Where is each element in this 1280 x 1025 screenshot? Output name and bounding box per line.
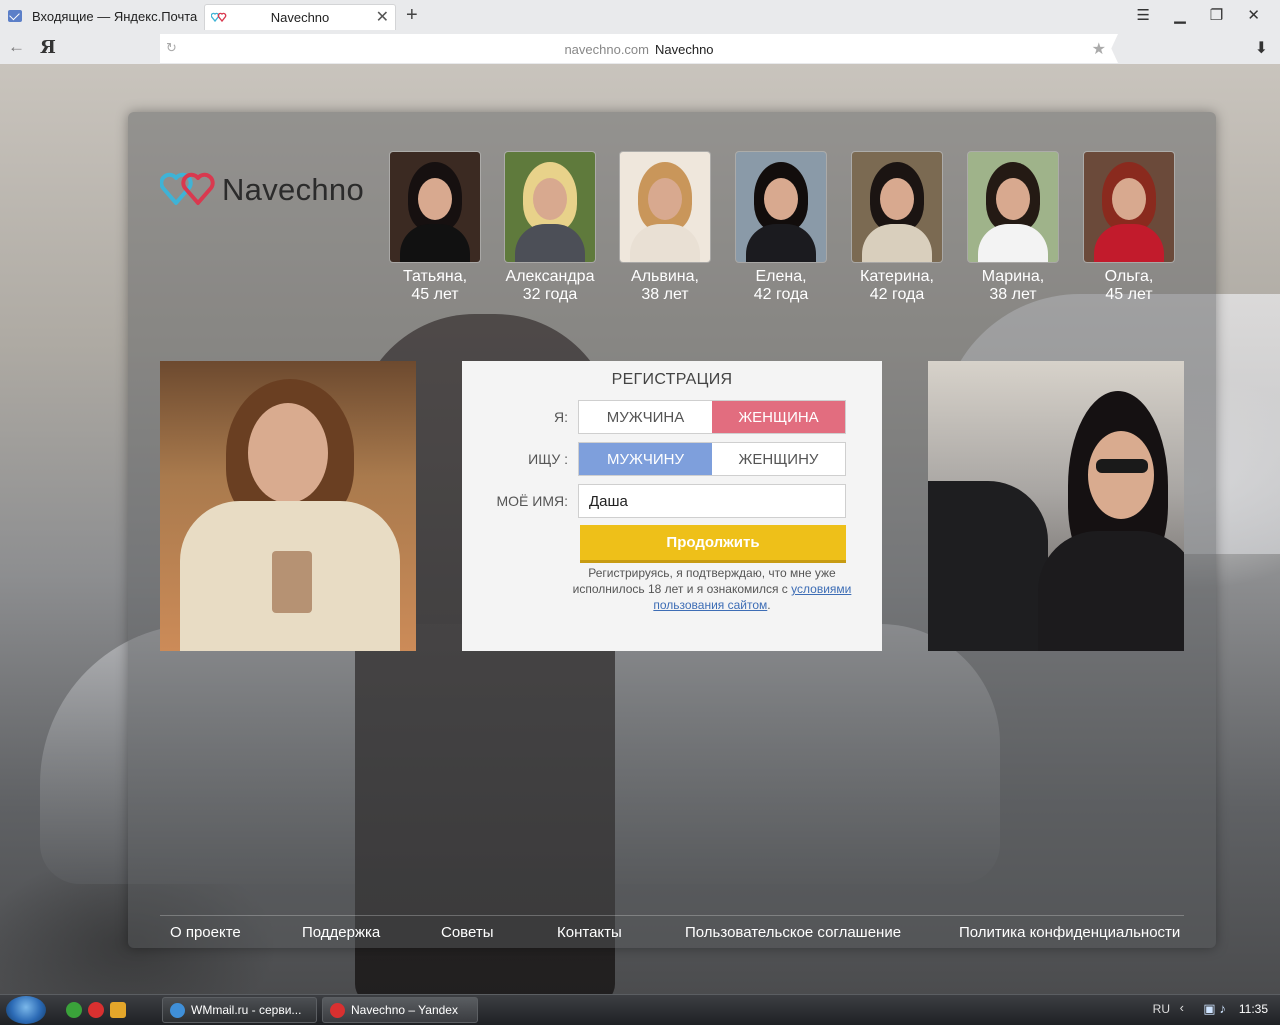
profile-name: Катерина,: [860, 268, 934, 285]
name-label: МОЁ ИМЯ:: [496, 493, 568, 509]
taskbar-window-title: Navechno – Yandex: [351, 1003, 458, 1017]
profile-card[interactable]: Елена, 42 года: [731, 152, 831, 304]
footer-link-privacy[interactable]: Политика конфиденциальности: [959, 924, 1180, 941]
profile-photo: [1084, 152, 1174, 262]
close-tab-icon[interactable]: ✕: [376, 7, 389, 27]
mail-icon: [8, 10, 22, 22]
logo-text: Navechno: [222, 172, 364, 207]
i-am-selector: МУЖЧИНА ЖЕНЩИНА: [578, 400, 846, 434]
registration-form: РЕГИСТРАЦИЯ Я: МУЖЧИНА ЖЕНЩИНА ИЩУ : МУЖ…: [462, 361, 882, 651]
yandex-logo[interactable]: Я: [40, 37, 56, 58]
start-button-icon[interactable]: [6, 996, 46, 1024]
windows-taskbar: WMmail.ru - серви... Navechno – Yandex R…: [0, 994, 1280, 1025]
option-male[interactable]: МУЖЧИНА: [579, 401, 712, 433]
yandex-browser-icon[interactable]: [88, 1002, 104, 1018]
tab-title: Navechno: [270, 10, 330, 25]
taskbar-window-wmmail[interactable]: WMmail.ru - серви...: [162, 997, 317, 1023]
window-controls[interactable]: ☰ ▁ ❐ ✕: [1136, 6, 1270, 24]
profile-age: 45 лет: [1105, 286, 1153, 303]
url-field[interactable]: ↻ navechno.com Navechno ★: [160, 34, 1118, 63]
media-player-icon[interactable]: [110, 1002, 126, 1018]
profile-card[interactable]: Альвина, 38 лет: [615, 152, 715, 304]
footer-link-about[interactable]: О проекте: [170, 924, 241, 941]
icq-icon[interactable]: [66, 1002, 82, 1018]
ie-icon: [170, 1003, 185, 1018]
profile-name: Александра: [505, 268, 595, 285]
profile-name: Татьяна,: [402, 268, 468, 285]
profile-card[interactable]: Катерина, 42 года: [847, 152, 947, 304]
new-tab-plus-icon[interactable]: +: [406, 4, 418, 27]
featured-photo-left: [160, 361, 416, 651]
profile-card[interactable]: Марина, 38 лет: [963, 152, 1063, 304]
taskbar-window-navechno[interactable]: Navechno – Yandex: [322, 997, 478, 1023]
profile-photo: [505, 152, 595, 262]
browser-tab-bar: Входящие — Яндекс.Почта Navechno ✕ + ☰ ▁…: [0, 0, 1280, 32]
profile-name: Елена,: [755, 268, 807, 285]
taskbar-clock[interactable]: 11:35: [1239, 1002, 1268, 1016]
footer-divider: [160, 915, 1184, 916]
profile-photo: [390, 152, 480, 262]
profile-card[interactable]: Александра 32 года: [500, 152, 600, 304]
seeking-label: ИЩУ :: [528, 451, 568, 467]
profile-age: 32 года: [522, 286, 578, 303]
footer-nav: О проекте Поддержка Советы Контакты Поль…: [160, 924, 1184, 944]
profile-age: 45 лет: [411, 286, 459, 303]
tab-yandex-mail[interactable]: Входящие — Яндекс.Почта: [0, 4, 200, 30]
name-input[interactable]: [578, 484, 846, 518]
profile-photo: [736, 152, 826, 262]
registration-title: РЕГИСТРАЦИЯ: [611, 371, 733, 388]
download-icon[interactable]: ⬇: [1255, 38, 1268, 58]
registration-note: Регистрируясь, я подтверждаю, что мне уж…: [572, 565, 852, 613]
tray-network-volume-icon[interactable]: ▣♪: [1203, 1001, 1230, 1017]
yandex-icon: [330, 1003, 345, 1018]
profile-age: 38 лет: [641, 286, 689, 303]
option-female-selected[interactable]: ЖЕНЩИНА: [712, 401, 845, 433]
footer-link-tips[interactable]: Советы: [441, 924, 493, 941]
profile-age: 38 лет: [989, 286, 1037, 303]
featured-photo-right: [928, 361, 1184, 651]
browser-address-bar: ← Я ↻ navechno.com Navechno ★ ⬇: [0, 32, 1280, 65]
note-end: .: [767, 598, 771, 612]
profile-photo: [620, 152, 710, 262]
seek-male-selected[interactable]: МУЖЧИНУ: [579, 443, 712, 475]
tray-expand-icon[interactable]: ‹: [1180, 1000, 1184, 1015]
url-page-title: Navechno: [655, 42, 714, 57]
taskbar-window-title: WMmail.ru - серви...: [191, 1003, 302, 1017]
profile-photo: [968, 152, 1058, 262]
i-am-label: Я:: [554, 409, 568, 425]
profile-age: 42 года: [753, 286, 809, 303]
footer-link-contacts[interactable]: Контакты: [557, 924, 622, 941]
tab-title: Входящие — Яндекс.Почта: [32, 9, 198, 24]
footer-link-user-agreement[interactable]: Пользовательское соглашение: [685, 924, 901, 941]
profile-name: Марина,: [981, 268, 1045, 285]
profile-card[interactable]: Татьяна, 45 лет: [385, 152, 485, 304]
bookmark-star-icon[interactable]: ★: [1092, 39, 1106, 59]
seek-female[interactable]: ЖЕНЩИНУ: [712, 443, 845, 475]
back-arrow-icon[interactable]: ←: [8, 37, 25, 57]
url-domain: navechno.com: [564, 42, 649, 57]
profile-name: Ольга,: [1104, 268, 1154, 285]
footer-link-support[interactable]: Поддержка: [302, 924, 380, 941]
hearts-logo-icon: [160, 172, 215, 205]
continue-button[interactable]: Продолжить: [580, 525, 846, 563]
profile-name: Альвина,: [631, 268, 699, 285]
profile-photo: [852, 152, 942, 262]
url-text: navechno.com Navechno: [160, 42, 1118, 57]
profile-age: 42 года: [869, 286, 925, 303]
seeking-selector: МУЖЧИНУ ЖЕНЩИНУ: [578, 442, 846, 476]
language-indicator[interactable]: RU: [1153, 1002, 1170, 1016]
tab-navechno[interactable]: Navechno ✕: [204, 4, 396, 30]
profile-card[interactable]: Ольга, 45 лет: [1079, 152, 1179, 304]
